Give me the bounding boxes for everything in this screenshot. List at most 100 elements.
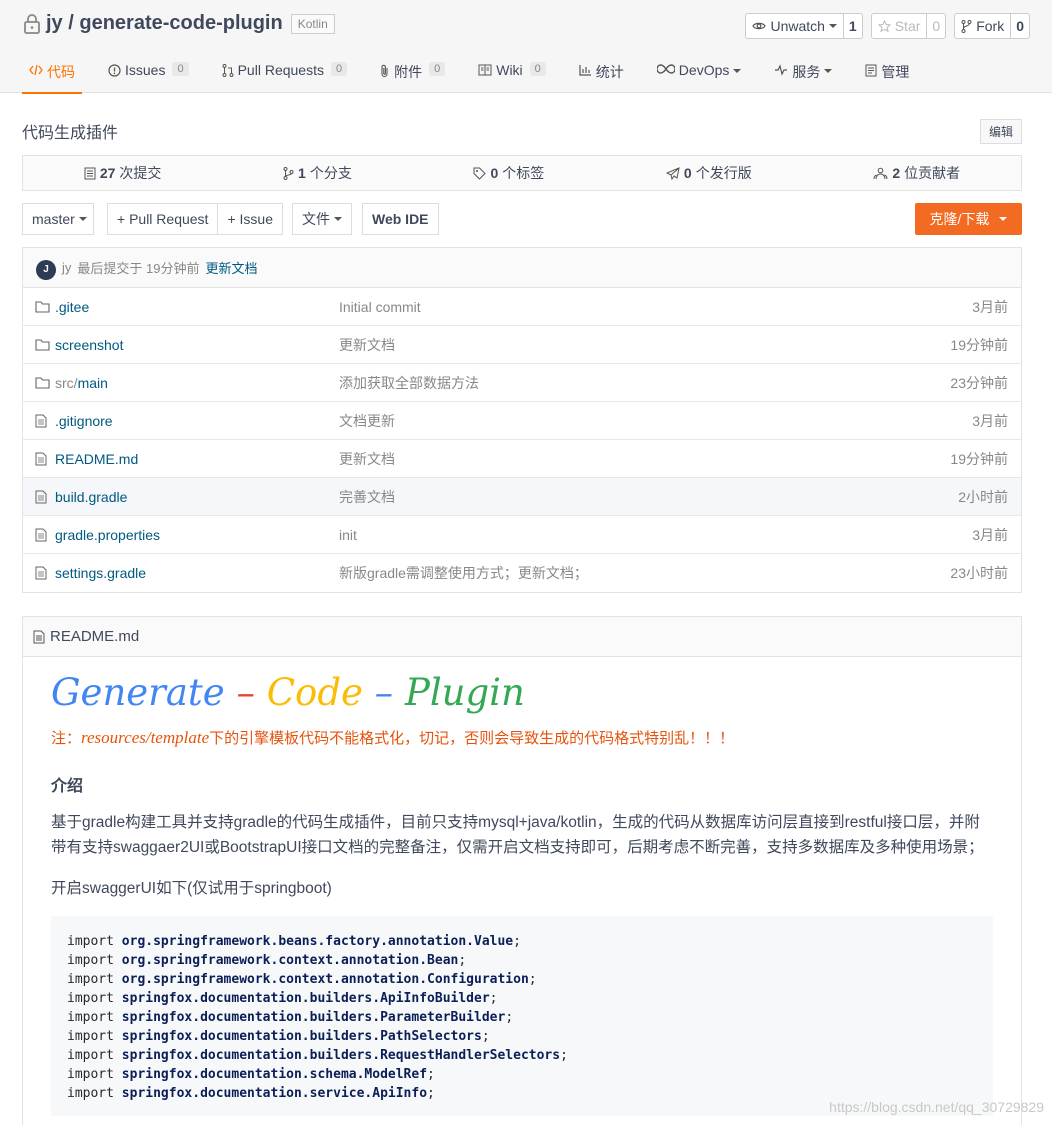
contributors-stat[interactable]: 2 位贡献者	[873, 163, 960, 183]
code-semicolon: ;	[489, 991, 498, 1006]
file-commit-message[interactable]: 完善文档	[339, 487, 395, 507]
file-commit-message[interactable]: 新版gradle需调整使用方式；更新文档；	[339, 563, 588, 583]
file-icon	[33, 630, 45, 643]
title-dash: –	[362, 671, 405, 714]
code-line: import springfox.documentation.builders.…	[67, 989, 977, 1008]
code-line: import springfox.documentation.schema.Mo…	[67, 1065, 977, 1084]
tab-pull-requests[interactable]: Pull Requests 0	[215, 55, 355, 93]
repo-name[interactable]: generate-code-plugin	[79, 12, 282, 35]
commit-author[interactable]: jy	[62, 260, 71, 275]
file-commit-message[interactable]: Initial commit	[339, 299, 421, 315]
code-line: import springfox.documentation.builders.…	[67, 1046, 977, 1065]
edit-description-button[interactable]: 编辑	[979, 119, 1022, 144]
watch-button[interactable]: Unwatch 1	[745, 13, 863, 39]
file-name-link[interactable]: settings.gradle	[55, 565, 146, 581]
code-semicolon: ;	[481, 1029, 490, 1044]
tab-services[interactable]: 服务	[767, 55, 839, 93]
file-name-link[interactable]: build.gradle	[55, 489, 127, 505]
file-name: .gitignore	[55, 412, 113, 429]
commit-history-icon	[84, 167, 96, 179]
web-ide-button[interactable]: Web IDE	[361, 203, 439, 235]
tab-wiki[interactable]: Wiki 0	[471, 55, 553, 93]
clone-download-label: 克隆/下载	[929, 211, 990, 227]
file-row[interactable]: .gitee Initial commit 3月前	[23, 288, 1021, 326]
branches-stat[interactable]: 1 个分支	[283, 163, 352, 183]
file-row[interactable]: build.gradle 完善文档 2小时前	[23, 478, 1021, 516]
file-row[interactable]: gradle.properties init 3月前	[23, 516, 1021, 554]
fork-button[interactable]: Fork 0	[954, 13, 1030, 39]
avatar[interactable]: J	[36, 259, 56, 280]
file-commit-time: 2小时前	[958, 488, 1008, 505]
tab-stats[interactable]: 统计	[572, 55, 631, 93]
file-commit-message[interactable]: 更新文档	[339, 449, 395, 469]
code-package: org.springframework.context.annotation.B…	[121, 953, 459, 968]
file-commit-time: 3月前	[972, 526, 1008, 543]
repo-header: jy / generate-code-plugin Kotlin Unwatch…	[0, 0, 1052, 94]
tab-attachments[interactable]: 附件 0	[373, 55, 452, 93]
file-name-link[interactable]: README.md	[55, 451, 138, 467]
repo-stats-bar: 27 次提交 1 个分支 0 个标签 0 个发行版 2 位贡献者	[22, 155, 1022, 191]
tab-label: 统计	[595, 64, 624, 80]
file-menu-button[interactable]: 文件	[291, 203, 352, 235]
lock-icon	[24, 13, 40, 34]
repo-owner[interactable]: jy	[46, 12, 63, 35]
file-name: screenshot	[55, 336, 124, 353]
file-menu-label: 文件	[301, 211, 330, 227]
tab-manage[interactable]: 管理	[858, 55, 916, 93]
file-name-link[interactable]: src/main	[55, 375, 108, 391]
file-name-link[interactable]: .gitignore	[55, 413, 113, 429]
code-line: import org.springframework.context.annot…	[67, 970, 977, 989]
tab-code[interactable]: 代码	[22, 55, 82, 94]
code-package: org.springframework.context.annotation.C…	[121, 972, 529, 987]
star-button[interactable]: Star 0	[870, 13, 947, 39]
contributors-icon	[873, 167, 888, 179]
clone-download-button[interactable]: 克隆/下载	[915, 203, 1022, 235]
file-icon	[35, 566, 47, 583]
new-issue-button[interactable]: + Issue	[218, 203, 283, 235]
file-name-link[interactable]: gradle.properties	[55, 527, 160, 543]
tag-icon	[473, 167, 487, 180]
bar-chart-icon	[579, 65, 591, 76]
file-row[interactable]: .gitignore 文档更新 3月前	[23, 402, 1021, 440]
code-package: springfox.documentation.builders.Request…	[121, 1048, 561, 1063]
tab-devops[interactable]: DevOps	[650, 55, 749, 93]
chevron-down-icon	[828, 24, 837, 28]
readme-header: README.md	[23, 617, 1021, 657]
file-row[interactable]: settings.gradle 新版gradle需调整使用方式；更新文档； 23小时…	[23, 554, 1021, 592]
releases-stat[interactable]: 0 个发行版	[665, 163, 752, 183]
code-block: import org.springframework.beans.factory…	[51, 916, 993, 1116]
file-commit-message[interactable]: init	[339, 527, 357, 543]
watch-count[interactable]: 1	[842, 14, 862, 38]
commits-stat[interactable]: 27 次提交	[84, 163, 161, 183]
file-commit-time: 23小时前	[950, 565, 1008, 581]
star-count[interactable]: 0	[926, 14, 945, 38]
file-name-link[interactable]: screenshot	[55, 337, 123, 353]
code-icon	[29, 64, 43, 76]
pull-request-icon	[222, 64, 234, 77]
code-package: springfox.documentation.builders.ApiInfo…	[121, 991, 490, 1006]
file-commit-message[interactable]: 添加获取全部数据方法	[339, 373, 479, 393]
file-commit-time: 3月前	[972, 298, 1008, 315]
file-row[interactable]: src/main 添加获取全部数据方法 23分钟前	[23, 364, 1021, 402]
chevron-down-icon	[824, 69, 833, 73]
fork-count[interactable]: 0	[1010, 14, 1029, 38]
file-commit-message[interactable]: 更新文档	[339, 335, 395, 355]
file-commit-message[interactable]: 文档更新	[339, 411, 395, 431]
star-label: Star	[894, 18, 921, 34]
commit-message-link[interactable]: 更新文档	[205, 258, 257, 277]
tags-stat[interactable]: 0 个标签	[473, 163, 544, 183]
infinity-icon	[656, 64, 675, 74]
file-name-link[interactable]: .gitee	[55, 299, 89, 315]
file-row[interactable]: README.md 更新文档 19分钟前	[23, 440, 1021, 478]
branch-select[interactable]: master	[22, 203, 94, 235]
language-badge[interactable]: Kotlin	[290, 13, 335, 34]
file-icon	[35, 490, 47, 507]
readme-filename: README.md	[50, 628, 140, 645]
file-name: README.md	[55, 450, 139, 467]
file-row[interactable]: screenshot 更新文档 19分钟前	[23, 326, 1021, 364]
contributors-count: 2	[892, 165, 901, 181]
branch-icon	[283, 166, 294, 180]
tab-issues[interactable]: Issues 0	[101, 55, 196, 93]
new-pull-request-button[interactable]: + Pull Request	[107, 203, 219, 235]
tab-count-badge: 0	[330, 62, 348, 76]
